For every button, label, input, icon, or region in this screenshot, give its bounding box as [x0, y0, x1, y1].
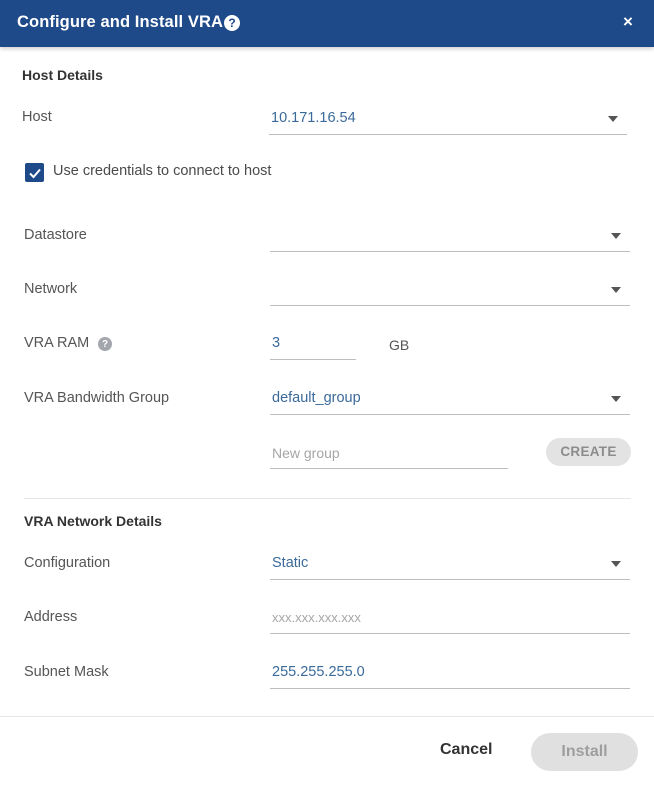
- vra-ram-input[interactable]: 3: [270, 326, 356, 360]
- address-label: Address: [24, 609, 78, 625]
- chevron-down-icon: [611, 233, 621, 239]
- footer-divider: [0, 716, 654, 717]
- chevron-down-icon: [611, 287, 621, 293]
- chevron-down-icon: [608, 116, 618, 122]
- new-group-input[interactable]: New group: [270, 435, 508, 469]
- dialog-header: Configure and Install VRA ? ×: [0, 0, 654, 47]
- question-circle-icon[interactable]: ?: [224, 15, 240, 31]
- configuration-label: Configuration: [24, 555, 111, 571]
- create-button[interactable]: CREATE: [546, 438, 631, 466]
- chevron-down-icon: [611, 561, 621, 567]
- use-credentials-label[interactable]: Use credentials to connect to host: [53, 163, 271, 179]
- bandwidth-group-value: default_group: [272, 390, 361, 406]
- network-select[interactable]: [270, 272, 630, 306]
- address-input[interactable]: xxx.xxx.xxx.xxx: [270, 600, 630, 634]
- configuration-value: Static: [272, 555, 309, 571]
- host-value: 10.171.16.54: [271, 110, 356, 126]
- close-icon[interactable]: ×: [623, 12, 633, 32]
- host-details-title: Host Details: [22, 67, 103, 83]
- bandwidth-group-select[interactable]: default_group: [270, 381, 630, 415]
- new-group-placeholder: New group: [272, 445, 340, 461]
- vra-ram-value: 3: [272, 335, 281, 351]
- address-placeholder: xxx.xxx.xxx.xxx: [272, 610, 361, 625]
- install-button[interactable]: Install: [531, 733, 638, 771]
- subnet-mask-value: 255.255.255.0: [272, 664, 365, 680]
- host-label: Host: [22, 109, 52, 125]
- dialog-title: Configure and Install VRA: [17, 13, 224, 31]
- subnet-mask-input[interactable]: 255.255.255.0: [270, 655, 630, 689]
- cancel-button[interactable]: Cancel: [440, 741, 492, 759]
- section-divider: [24, 498, 631, 499]
- question-circle-icon[interactable]: ?: [98, 337, 112, 351]
- subnet-mask-label: Subnet Mask: [24, 664, 109, 680]
- network-details-title: VRA Network Details: [24, 513, 162, 529]
- network-label: Network: [24, 281, 78, 297]
- datastore-label: Datastore: [24, 227, 87, 243]
- host-select[interactable]: 10.171.16.54: [269, 101, 627, 135]
- checkmark-icon: [28, 168, 41, 178]
- bandwidth-group-label: VRA Bandwidth Group: [24, 390, 170, 406]
- configuration-select[interactable]: Static: [270, 546, 630, 580]
- chevron-down-icon: [611, 396, 621, 402]
- use-credentials-checkbox[interactable]: [25, 163, 44, 182]
- vra-ram-label: VRA RAM: [24, 335, 90, 351]
- datastore-select[interactable]: [270, 218, 630, 252]
- vra-ram-unit: GB: [389, 337, 410, 353]
